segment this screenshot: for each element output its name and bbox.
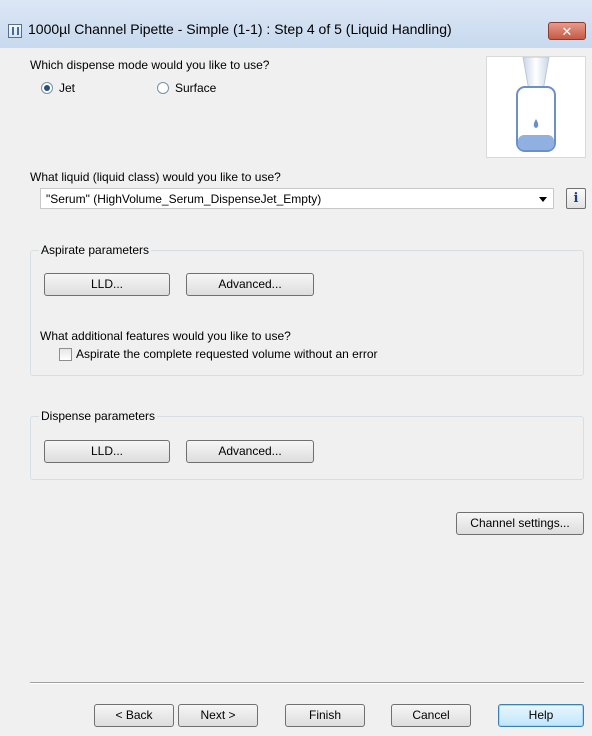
dispense-parameters-caption: Dispense parameters <box>39 409 158 423</box>
back-button[interactable]: < Back <box>94 704 174 727</box>
footer-divider <box>30 682 584 684</box>
aspirate-advanced-button[interactable]: Advanced... <box>186 273 314 296</box>
aspirate-parameters-caption: Aspirate parameters <box>39 243 152 257</box>
dispense-advanced-button[interactable]: Advanced... <box>186 440 314 463</box>
radio-jet-label[interactable]: Jet <box>59 81 75 95</box>
channel-settings-button[interactable]: Channel settings... <box>456 512 584 535</box>
aspirate-lld-button[interactable]: LLD... <box>44 273 170 296</box>
liquid-class-select[interactable]: "Serum" (HighVolume_Serum_DispenseJet_Em… <box>40 188 554 209</box>
additional-features-question: What additional features would you like … <box>40 329 291 343</box>
title-bar: 1000µl Channel Pipette - Simple (1-1) : … <box>0 0 592 49</box>
radio-surface-label[interactable]: Surface <box>175 81 216 95</box>
help-button[interactable]: Help <box>498 704 584 727</box>
dispense-preview-image <box>486 56 586 158</box>
next-button[interactable]: Next > <box>178 704 258 727</box>
pipette-app-icon <box>8 24 22 38</box>
aspirate-complete-volume-checkbox[interactable] <box>59 348 72 361</box>
cancel-button[interactable]: Cancel <box>391 704 471 727</box>
chevron-down-icon[interactable] <box>539 197 547 202</box>
info-button[interactable]: i <box>566 188 586 209</box>
window-title: 1000µl Channel Pipette - Simple (1-1) : … <box>28 21 452 37</box>
radio-jet[interactable] <box>41 82 53 94</box>
liquid-class-value: "Serum" (HighVolume_Serum_DispenseJet_Em… <box>46 192 322 206</box>
finish-button[interactable]: Finish <box>285 704 365 727</box>
radio-surface[interactable] <box>157 82 169 94</box>
dispense-mode-question: Which dispense mode would you like to us… <box>30 58 270 72</box>
close-button[interactable]: ✕ <box>548 22 586 40</box>
jet-dispense-icon <box>516 56 556 152</box>
dispense-lld-button[interactable]: LLD... <box>44 440 170 463</box>
liquid-class-question: What liquid (liquid class) would you lik… <box>30 170 281 184</box>
aspirate-complete-volume-label[interactable]: Aspirate the complete requested volume w… <box>76 347 378 361</box>
